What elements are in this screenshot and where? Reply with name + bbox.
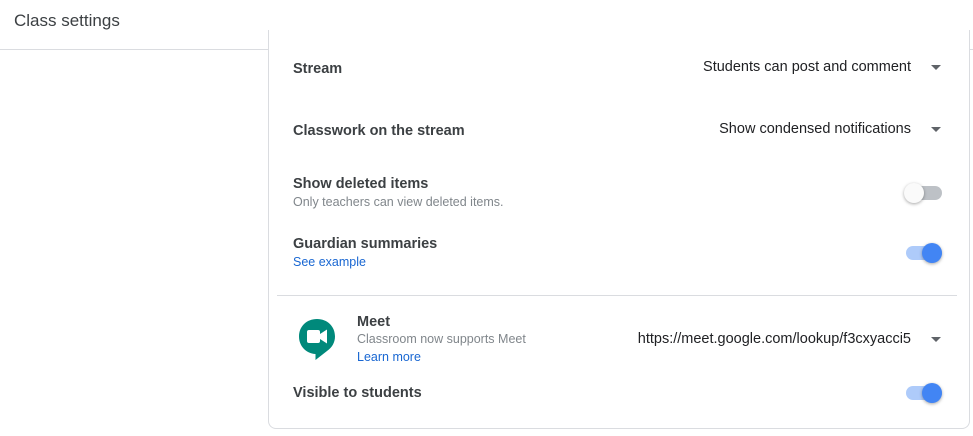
dropdown-arrow-icon — [931, 336, 941, 342]
page-title: Class settings — [14, 11, 120, 30]
dropdown-arrow-icon — [931, 64, 941, 70]
deleted-items-toggle[interactable] — [904, 183, 942, 203]
deleted-items-label: Show deleted items — [293, 176, 429, 192]
classwork-stream-select-value: Show condensed notifications — [719, 121, 911, 137]
meet-title: Meet — [357, 314, 391, 330]
stream-select-value: Students can post and comment — [703, 59, 911, 75]
visible-to-students-label: Visible to students — [293, 385, 422, 401]
settings-card: Stream Students can post and comment Cla… — [268, 30, 970, 429]
section-divider — [277, 295, 957, 296]
see-example-link[interactable]: See example — [293, 255, 366, 269]
learn-more-link[interactable]: Learn more — [357, 350, 421, 364]
meet-link-select[interactable]: https://meet.google.com/lookup/f3cxyacci… — [638, 331, 941, 347]
visible-to-students-toggle[interactable] — [906, 383, 942, 403]
meet-description: Classroom now supports Meet — [357, 332, 526, 346]
toggle-knob — [904, 183, 924, 203]
guardian-summaries-toggle[interactable] — [906, 243, 942, 263]
classwork-stream-label: Classwork on the stream — [293, 123, 465, 139]
deleted-items-description: Only teachers can view deleted items. — [293, 195, 504, 209]
toggle-knob — [922, 383, 942, 403]
guardian-summaries-label: Guardian summaries — [293, 236, 438, 252]
stream-select[interactable]: Students can post and comment — [703, 59, 941, 75]
toggle-knob — [922, 243, 942, 263]
stream-label: Stream — [293, 61, 343, 77]
classwork-stream-select[interactable]: Show condensed notifications — [719, 121, 941, 137]
meet-icon — [299, 319, 335, 360]
meet-link-value: https://meet.google.com/lookup/f3cxyacci… — [637, 331, 911, 347]
dropdown-arrow-icon — [931, 126, 941, 132]
